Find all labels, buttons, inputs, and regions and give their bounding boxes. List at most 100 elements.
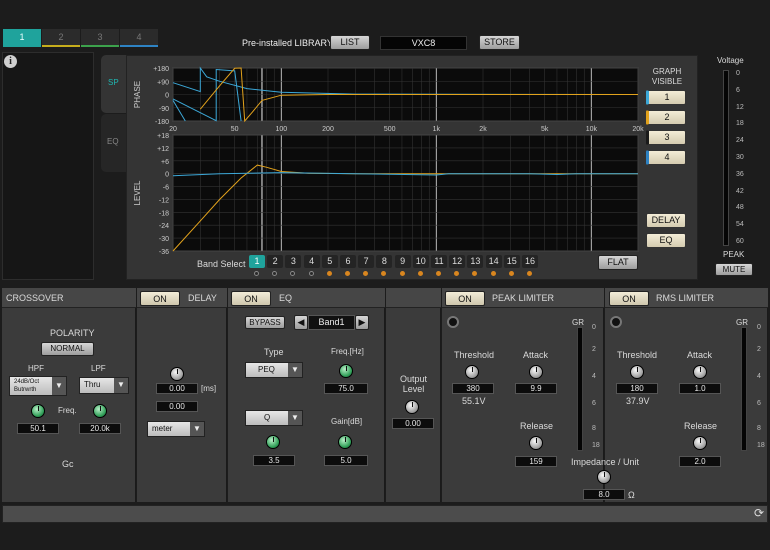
hpf-freq-value[interactable]: 50.1 <box>17 423 59 434</box>
output-level-value[interactable]: 0.00 <box>392 418 434 429</box>
store-button[interactable]: STORE <box>479 35 520 50</box>
hpf-type-select[interactable]: 24dB/Oct Butrwrth ▼ <box>9 376 67 396</box>
band-button-8[interactable]: 8 <box>376 255 393 268</box>
level-tick: -12 <box>159 197 169 204</box>
impedance-value[interactable]: 8.0 <box>583 489 625 500</box>
tab-1[interactable]: 1 <box>3 29 41 47</box>
phase-tick: +180 <box>153 66 169 73</box>
delay-distance-value[interactable]: 0.00 <box>156 401 198 412</box>
info-icon[interactable]: i <box>4 55 17 68</box>
rms-attack-knob[interactable] <box>693 365 707 379</box>
band-button-14[interactable]: 14 <box>485 255 502 268</box>
q-value[interactable]: 3.5 <box>253 455 295 466</box>
delay-value[interactable]: 0.00 <box>156 383 198 394</box>
peak-limiter-on-button[interactable]: ON <box>445 291 485 306</box>
lpf-freq-value[interactable]: 20.0k <box>79 423 121 434</box>
gain-knob[interactable] <box>338 435 352 449</box>
eq-on-button[interactable]: ON <box>231 291 271 306</box>
band-button-9[interactable]: 9 <box>394 255 411 268</box>
tab-eq[interactable]: EQ <box>101 114 126 172</box>
band-button-15[interactable]: 15 <box>503 255 520 268</box>
rms-release-knob[interactable] <box>693 436 707 450</box>
impedance-unit: Ω <box>628 490 635 500</box>
band-button-2[interactable]: 2 <box>267 255 284 268</box>
chevron-down-icon: ▼ <box>114 378 128 393</box>
eq-type-select[interactable]: PEQ ▼ <box>245 362 303 378</box>
graph-visible-button-3[interactable]: 3 <box>646 130 686 145</box>
band-button-13[interactable]: 13 <box>467 255 484 268</box>
delay-graph-button[interactable]: DELAY <box>646 213 686 228</box>
tab-sp[interactable]: SP <box>101 55 126 113</box>
graph-visible-button-4[interactable]: 4 <box>646 150 686 165</box>
tab-3[interactable]: 3 <box>81 29 119 47</box>
band-indicator-dot <box>508 271 514 276</box>
gain-value[interactable]: 5.0 <box>324 455 368 466</box>
band-button-11[interactable]: 11 <box>431 255 447 268</box>
peak-attack-knob[interactable] <box>529 365 543 379</box>
q-knob[interactable] <box>266 435 280 449</box>
graph-visible-button-2[interactable]: 2 <box>646 110 686 125</box>
delay-on-button[interactable]: ON <box>140 291 180 306</box>
gr-tick: 4 <box>592 373 596 380</box>
peak-limiter-title: PEAK LIMITER <box>492 293 555 303</box>
band-button-4[interactable]: 4 <box>303 255 320 268</box>
band-button-1[interactable]: 1 <box>249 255 265 268</box>
output-label-line1: Output <box>399 374 428 384</box>
rms-threshold-knob[interactable] <box>630 365 644 379</box>
voltage-tick: 30 <box>736 154 744 161</box>
peak-release-knob[interactable] <box>529 436 543 450</box>
bypass-button[interactable]: BYPASS <box>245 316 285 329</box>
band-indicator-dot <box>527 271 532 276</box>
peak-threshold-value[interactable]: 380 <box>452 383 494 394</box>
peak-gr-label: GR <box>572 318 584 327</box>
peak-attack-value[interactable]: 9.9 <box>515 383 557 394</box>
flat-button[interactable]: FLAT <box>598 255 638 270</box>
band-button-12[interactable]: 12 <box>449 255 466 268</box>
level-tick: -6 <box>163 185 169 192</box>
band-next-button[interactable]: ▶ <box>355 315 369 330</box>
rms-release-label: Release <box>684 421 718 431</box>
band-select-label: Band Select <box>197 259 246 269</box>
peak-threshold-knob[interactable] <box>465 365 479 379</box>
band-button-16[interactable]: 16 <box>522 255 538 268</box>
lpf-type-select[interactable]: Thru ▼ <box>79 377 129 394</box>
polarity-button[interactable]: NORMAL <box>41 342 94 356</box>
graph-visible-button-1[interactable]: 1 <box>646 90 686 105</box>
band-button-6[interactable]: 6 <box>340 255 356 268</box>
hpf-freq-knob[interactable] <box>31 404 45 418</box>
delay-mode-select[interactable]: meter ▼ <box>147 421 205 437</box>
impedance-knob[interactable] <box>597 470 611 484</box>
freq-tick: 20 <box>169 126 177 133</box>
mute-button[interactable]: MUTE <box>715 263 753 276</box>
eq-freq-knob[interactable] <box>339 364 353 378</box>
level-tick: +6 <box>161 159 169 166</box>
rms-limiter-on-button[interactable]: ON <box>609 291 649 306</box>
band-button-7[interactable]: 7 <box>358 255 375 268</box>
rms-threshold-value[interactable]: 180 <box>616 383 658 394</box>
output-header <box>386 288 441 308</box>
band-prev-button[interactable]: ◀ <box>294 315 308 330</box>
rms-attack-value[interactable]: 1.0 <box>679 383 721 394</box>
gr-tick: 4 <box>757 373 761 380</box>
eq-graph-button[interactable]: EQ <box>646 233 686 248</box>
freq-tick: 100 <box>275 126 287 133</box>
band-button-3[interactable]: 3 <box>285 255 302 268</box>
delay-knob[interactable] <box>170 367 184 381</box>
rms-release-value[interactable]: 2.0 <box>679 456 721 467</box>
voltage-tick: 36 <box>736 170 744 178</box>
tab-2[interactable]: 2 <box>42 29 80 47</box>
graph-svg[interactable]: +180 +90 0 -90 -180 +18 +12 +6 0 -6 -12 -18 -24 -30 -3… <box>126 58 646 258</box>
tab-4[interactable]: 4 <box>120 29 158 47</box>
list-button[interactable]: LIST <box>330 35 370 50</box>
peak-limiter-indicator <box>447 316 459 328</box>
rms-attack-label: Attack <box>687 350 713 360</box>
lpf-freq-knob[interactable] <box>93 404 107 418</box>
band-button-5[interactable]: 5 <box>321 255 338 268</box>
peak-release-value[interactable]: 159 <box>515 456 557 467</box>
gr-tick: 6 <box>757 400 761 407</box>
refresh-icon[interactable]: ⟳ <box>752 506 766 520</box>
eq-freq-value[interactable]: 75.0 <box>324 383 368 394</box>
q-select[interactable]: Q ▼ <box>245 410 303 426</box>
output-level-knob[interactable] <box>405 400 419 414</box>
band-button-10[interactable]: 10 <box>412 255 429 268</box>
